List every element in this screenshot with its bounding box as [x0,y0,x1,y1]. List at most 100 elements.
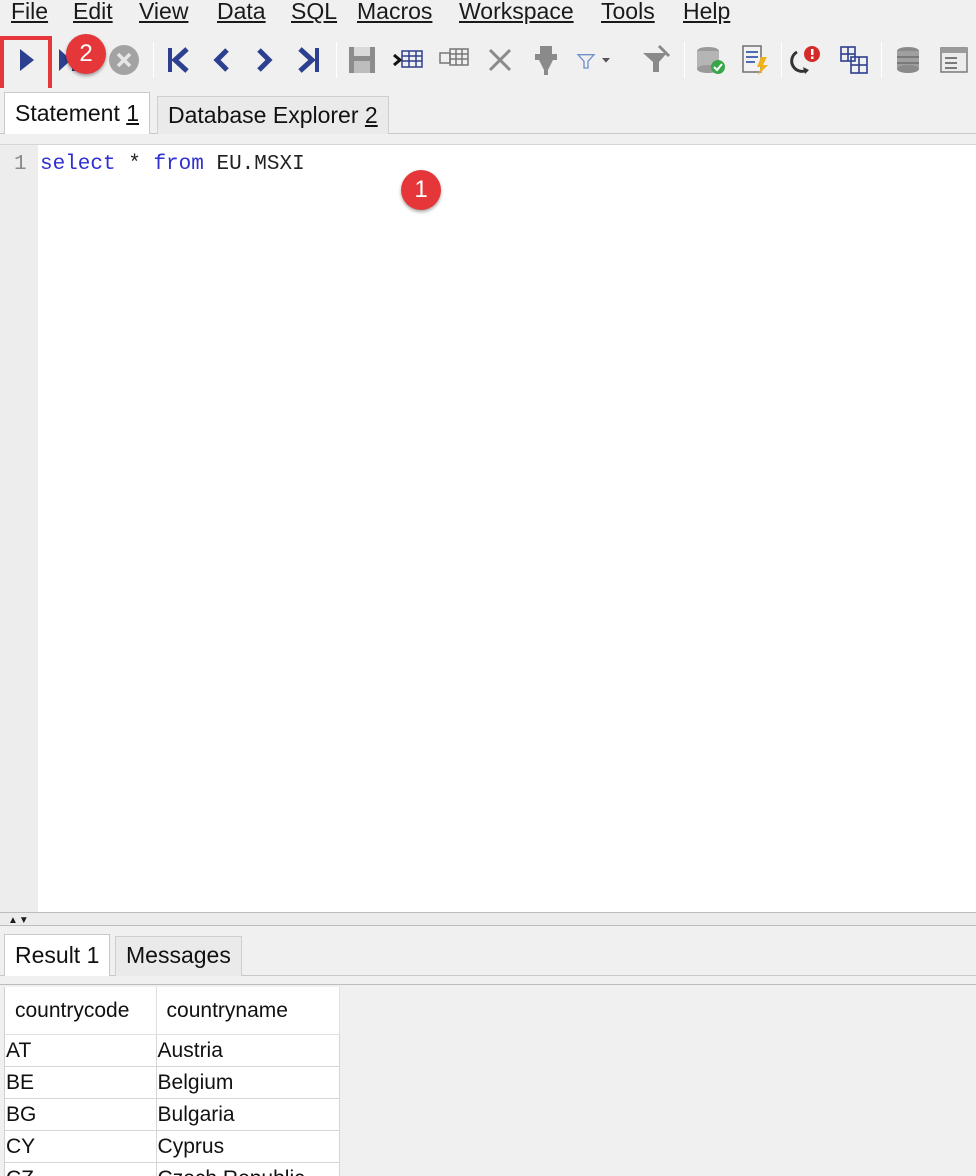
table-row[interactable]: AT Austria [5,1035,340,1067]
grid-header-row: countrycode countryname [5,987,340,1035]
cell-countryname[interactable]: Belgium [156,1067,340,1099]
tab-result[interactable]: Result 1 [4,934,111,976]
tab-result-label: Result 1 [15,942,100,968]
cell-countrycode[interactable]: CY [5,1131,157,1163]
first-row-button[interactable] [158,40,198,80]
splitter-bar[interactable]: ▲▼ [0,912,976,926]
script-icon [742,45,768,75]
toolbar-separator [684,42,685,78]
sql-editor[interactable]: 1 select * from EU.MSXI [0,144,976,913]
cell-countryname[interactable]: Cyprus [156,1131,340,1163]
toolbar-separator [781,42,782,78]
cell-countrycode[interactable]: AT [5,1035,157,1067]
script-button[interactable] [734,40,774,80]
cell-countrycode[interactable]: BE [5,1067,157,1099]
reset-filter-icon [643,44,671,72]
step-badge-query: 1 [401,170,441,210]
database-icon [897,47,919,73]
column-header-countryname[interactable]: countryname [156,987,340,1035]
table-view-icon [940,47,968,73]
copy-row-button[interactable] [434,40,474,80]
cell-countrycode[interactable]: CZ [5,1163,157,1176]
insert-row-icon [393,50,423,68]
table-row[interactable]: CY Cyprus [5,1131,340,1163]
last-row-button[interactable] [289,40,329,80]
explain-icon [790,46,820,74]
cell-countryname[interactable]: Bulgaria [156,1099,340,1131]
tab-database-explorer-label: Database Explorer [168,102,365,128]
copy-row-icon [439,48,469,66]
commit-button[interactable] [690,40,730,80]
tab-statement-label: Statement [15,100,127,126]
database-button[interactable] [888,40,928,80]
menu-macros[interactable]: Macros [357,0,432,26]
step-badge-run: 2 [66,34,106,74]
save-icon [349,47,375,73]
table-view-button[interactable] [934,40,974,80]
menu-workspace[interactable]: Workspace [459,0,574,26]
statement-tab-bar: Statement 1 Database Explorer 2 [0,88,976,134]
menu-view-label: View [139,0,189,24]
line-number-gutter: 1 [0,145,38,913]
column-header-countrycode[interactable]: countrycode [5,987,157,1035]
table-row[interactable]: BG Bulgaria [5,1099,340,1131]
cancel-icon [109,45,139,75]
filter-dropdown-button[interactable] [574,40,614,80]
last-row-icon [298,47,319,73]
splitter-arrows-icon[interactable]: ▲▼ [8,915,30,926]
menu-edit-label: Edit [73,0,113,24]
menu-sql[interactable]: SQL [291,0,337,26]
first-row-icon [168,47,189,73]
menu-bar: File Edit View Data SQL Macros Workspace… [0,0,976,30]
tab-database-explorer[interactable]: Database Explorer 2 [157,96,389,134]
menu-tools[interactable]: Tools [601,0,655,26]
menu-file-label: File [11,0,49,24]
previous-row-button[interactable] [202,40,242,80]
toolbar-separator [881,42,882,78]
menu-tools-label: Tools [601,0,655,24]
data-grid-button[interactable] [834,40,874,80]
sql-keyword: from [153,153,204,176]
tab-messages-label: Messages [126,942,231,968]
cell-countryname[interactable]: Austria [156,1035,340,1067]
menu-workspace-label: Workspace [459,0,574,24]
menu-help-label: Help [683,0,731,24]
menu-file[interactable]: File [11,0,48,26]
menu-data-label: Data [217,0,266,24]
table-row[interactable]: CZ Czech Republic [5,1163,340,1176]
next-row-button[interactable] [244,40,284,80]
result-tab-bar: Result 1 Messages [0,928,976,976]
menu-help[interactable]: Help [683,0,730,26]
toolbar-separator [153,42,154,78]
line-number: 1 [14,153,27,176]
menu-macros-label: Macros [357,0,433,24]
tab-statement[interactable]: Statement 1 [4,92,151,134]
cell-countryname[interactable]: Czech Republic [156,1163,340,1176]
toolbar-separator [336,42,337,78]
table-row[interactable]: BE Belgium [5,1067,340,1099]
sql-text: EU.MSXI [203,153,305,176]
insert-row-button[interactable] [388,40,428,80]
menu-view[interactable]: View [139,0,188,26]
toolbar [0,36,976,86]
menu-sql-label: SQL [291,0,338,24]
delete-row-button[interactable] [480,40,520,80]
previous-row-icon [213,48,229,72]
filter-dropdown-icon [576,54,610,69]
save-button[interactable] [342,40,382,80]
menu-data[interactable]: Data [217,0,266,26]
explain-button[interactable] [786,40,826,80]
execute-highlight-box [0,36,52,92]
menu-edit[interactable]: Edit [73,0,113,26]
tab-messages[interactable]: Messages [115,936,242,976]
cell-countrycode[interactable]: BG [5,1099,157,1131]
reset-filter-button[interactable] [636,40,676,80]
sql-text: * [115,153,154,176]
next-row-icon [257,48,273,72]
result-grid-area: countrycode countryname AT Austria BE Be… [0,984,976,1176]
filter-button[interactable] [526,40,566,80]
tab-database-explorer-number: 2 [364,102,378,128]
result-grid[interactable]: countrycode countryname AT Austria BE Be… [4,987,340,1176]
cancel-button[interactable] [104,40,144,80]
code-line[interactable]: select * from EU.MSXI [40,153,305,176]
